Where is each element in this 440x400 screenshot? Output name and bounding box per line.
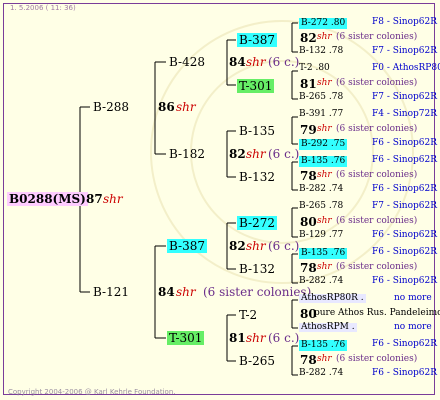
- gen3-id: B-387: [167, 239, 207, 253]
- gen2-note: (6 sister colonies): [203, 285, 312, 299]
- root-queen-id: B0288(MS): [7, 192, 88, 206]
- gen3-race: shr: [246, 239, 266, 253]
- gen5-top-id: B-135 .76: [299, 156, 348, 167]
- gen5-year: 78: [300, 261, 317, 275]
- gen5-note: (6 sister colonies): [336, 124, 418, 134]
- gen5-top-id: B-265 .78: [299, 201, 344, 211]
- copyright-footer: Copyright 2004-2006 @ Karl Kehrle Founda…: [8, 388, 176, 396]
- gen2-race: shr: [176, 100, 196, 114]
- gen4-id: B-132: [239, 262, 275, 276]
- gen3-note: (6 c.): [268, 55, 300, 69]
- gen5-year: 79: [300, 123, 317, 137]
- root-race: shr: [103, 192, 123, 206]
- gen5-race: shr: [317, 124, 332, 134]
- gen5-year: 82: [300, 31, 317, 45]
- gen5-race: shr: [317, 216, 332, 226]
- gen5-top-tag: F6 - Sinop62R: [372, 339, 437, 349]
- gen5-year: 80: [300, 215, 317, 229]
- gen5-bottom-tag: F6 - Sinop62R: [372, 276, 437, 286]
- gen5-race: shr: [317, 262, 332, 272]
- gen5-race: shr: [317, 78, 332, 88]
- gen3-race: shr: [246, 55, 266, 69]
- gen5-note: (6 sister colonies): [336, 262, 418, 272]
- gen5-bottom-id: B-282 .74: [299, 276, 344, 286]
- gen3-year: 84: [229, 55, 246, 69]
- gen5-bottom-id: AthosRPM .: [299, 322, 357, 332]
- gen5-year: 78: [300, 169, 317, 183]
- gen5-bottom-tag: F6 - Sinop62R: [372, 184, 437, 194]
- gen5-year: 81: [300, 77, 317, 91]
- gen5-bottom-id: B-129 .77: [299, 230, 344, 240]
- gen5-top-id: B-135 .76: [299, 340, 348, 351]
- gen5-top-id: B-391 .77: [299, 109, 344, 119]
- gen4-id: B-265: [239, 354, 275, 368]
- gen5-note: (6 sister colonies): [336, 78, 418, 88]
- gen5-top-tag: no more: [394, 293, 432, 303]
- gen5-note: (6 sister colonies): [336, 354, 418, 364]
- gen5-top-tag: F7 - Sinop62R: [372, 201, 437, 211]
- gen3-year: 82: [229, 239, 246, 253]
- gen5-note: (6 sister colonies): [336, 216, 418, 226]
- pedigree-frame: 1. 5.2006 ( 11: 36) Copyright 2004-2006 …: [0, 0, 440, 400]
- gen5-top-tag: F8 - Sinop62R: [372, 17, 437, 27]
- gen3-year: 82: [229, 147, 246, 161]
- gen3-note: (6 c.): [268, 239, 300, 253]
- gen5-bottom-tag: F6 - Sinop62R: [372, 138, 437, 148]
- gen5-top-tag: F6 - Sinop62R: [372, 247, 437, 257]
- gen3-race: shr: [246, 331, 266, 345]
- gen2-year: 86: [158, 100, 175, 114]
- gen5-race: shr: [317, 32, 332, 42]
- gen3-note: (6 c.): [268, 331, 300, 345]
- gen3-id: B-182: [169, 147, 205, 161]
- gen5-top-id: B-135 .76: [299, 248, 348, 259]
- gen5-top-tag: F6 - Sinop62R: [372, 155, 437, 165]
- gen5-bottom-id: B-132 .78: [299, 46, 344, 56]
- root-year: 87: [86, 192, 103, 206]
- gen5-note: (6 sister colonies): [336, 170, 418, 180]
- timestamp-header: 1. 5.2006 ( 11: 36): [10, 4, 76, 12]
- gen3-id: T-301: [167, 331, 205, 345]
- gen5-bottom-id: B-282 .74: [299, 368, 344, 378]
- gen1-mother-id: B-121: [93, 285, 129, 299]
- gen4-id: B-135: [239, 124, 275, 138]
- gen5-race: shr: [317, 354, 332, 364]
- gen2-race: shr: [176, 285, 196, 299]
- gen4-id: T-301: [237, 79, 275, 93]
- gen5-bottom-tag: F7 - Sinop62R: [372, 92, 437, 102]
- gen5-bottom-tag: no more: [394, 322, 432, 332]
- gen5-bottom-id: B-292 .75: [299, 139, 348, 150]
- gen5-bottom-id: B-282 .74: [299, 184, 344, 194]
- gen3-year: 81: [229, 331, 246, 345]
- gen5-top-id: T-2 .80: [299, 63, 330, 73]
- gen5-top-id: AthosRP80R .: [299, 293, 366, 303]
- gen5-bottom-tag: F6 - Sinop62R: [372, 230, 437, 240]
- gen4-id: B-132: [239, 170, 275, 184]
- gen5-top-tag: F4 - Sinop72R: [372, 109, 437, 119]
- gen3-race: shr: [246, 147, 266, 161]
- gen4-id: B-272: [237, 216, 277, 230]
- gen5-year: 78: [300, 353, 317, 367]
- gen5-bottom-id: B-265 .78: [299, 92, 344, 102]
- gen4-id: B-387: [237, 33, 277, 47]
- gen5-bottom-tag: F7 - Sinop62R: [372, 46, 437, 56]
- gen2-year: 84: [158, 285, 175, 299]
- gen5-top-id: B-272 .80: [299, 18, 348, 29]
- gen1-father-id: B-288: [93, 100, 129, 114]
- gen5-note: (6 sister colonies): [336, 32, 418, 42]
- gen5-race: shr: [317, 170, 332, 180]
- gen5-race: pure Athos Rus. Pandeleimonos: [314, 308, 440, 318]
- gen5-top-tag: F0 - AthosRP80R: [372, 63, 440, 73]
- gen5-bottom-tag: F6 - Sinop62R: [372, 368, 437, 378]
- gen3-id: B-428: [169, 55, 205, 69]
- gen3-note: (6 c.): [268, 147, 300, 161]
- gen4-id: T-2: [239, 308, 258, 322]
